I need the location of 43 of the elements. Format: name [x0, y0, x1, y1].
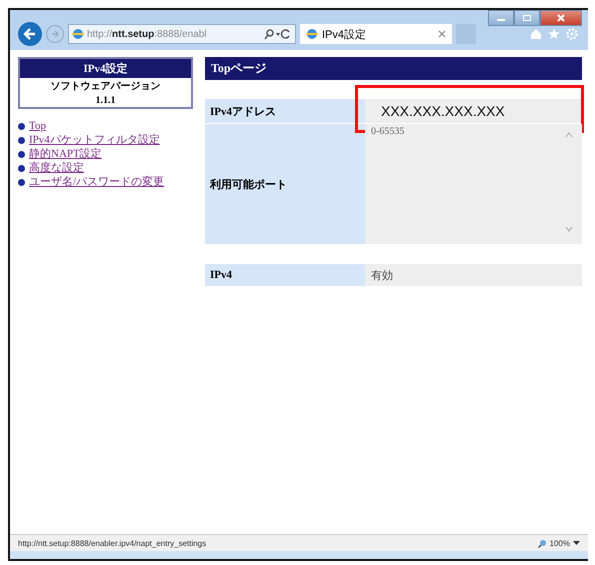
- caret-down-icon[interactable]: [565, 226, 573, 232]
- nav-link[interactable]: ユーザ名/パスワードの変更: [29, 175, 164, 189]
- table-label: IPv4: [205, 264, 365, 286]
- bullet-icon: [18, 122, 25, 130]
- table-label: IPv4アドレス: [205, 99, 365, 123]
- address-field[interactable]: http://ntt.setup:8888/enabl: [68, 24, 296, 44]
- maximize-icon: [522, 14, 532, 22]
- nav-link[interactable]: IPv4パケットフィルタ設定: [29, 133, 160, 147]
- status-url: http://ntt.setup:8888/enabler.ipv4/napt_entry_settings: [18, 538, 208, 548]
- version-label: ソフトウェアバージョン: [50, 80, 162, 94]
- globe-icon: [72, 28, 84, 40]
- zoom-control[interactable]: 100%: [538, 538, 580, 548]
- minimize-button[interactable]: [488, 10, 514, 26]
- bullet-icon: [18, 178, 25, 186]
- back-button[interactable]: [18, 22, 42, 46]
- close-icon: [556, 14, 566, 22]
- maximize-button[interactable]: [514, 10, 540, 26]
- arrow-left-icon: [23, 27, 37, 41]
- panel-title: IPv4設定: [20, 59, 191, 78]
- caret-up-icon[interactable]: [565, 132, 573, 138]
- close-button[interactable]: [540, 10, 582, 26]
- nav-link[interactable]: Top: [29, 119, 46, 133]
- search-refresh-icon[interactable]: [264, 28, 292, 40]
- globe-icon: [306, 28, 318, 40]
- magnifier-icon: [538, 538, 547, 548]
- star-icon[interactable]: [548, 28, 560, 40]
- settings-icon[interactable]: [566, 28, 578, 40]
- table-label: 利用可能ポート: [205, 124, 365, 244]
- browser-tab[interactable]: IPv4設定: [300, 24, 452, 44]
- home-icon[interactable]: [530, 28, 542, 40]
- close-icon[interactable]: [438, 30, 446, 38]
- arrow-right-icon: [50, 29, 60, 39]
- forward-button[interactable]: [46, 25, 64, 43]
- bullet-icon: [18, 164, 25, 172]
- address-value: XXX.XXX.XXX.XXX: [380, 103, 505, 119]
- nav-link[interactable]: 高度な設定: [29, 161, 84, 175]
- nav-link[interactable]: 静的NAPT設定: [29, 147, 102, 161]
- status-value: 有効: [371, 270, 393, 282]
- bullet-icon: [18, 150, 25, 158]
- page-heading: Topページ: [205, 57, 582, 80]
- version-number: 1.1.1: [94, 94, 116, 107]
- bullet-icon: [18, 136, 25, 144]
- caret-down-icon: [573, 540, 580, 546]
